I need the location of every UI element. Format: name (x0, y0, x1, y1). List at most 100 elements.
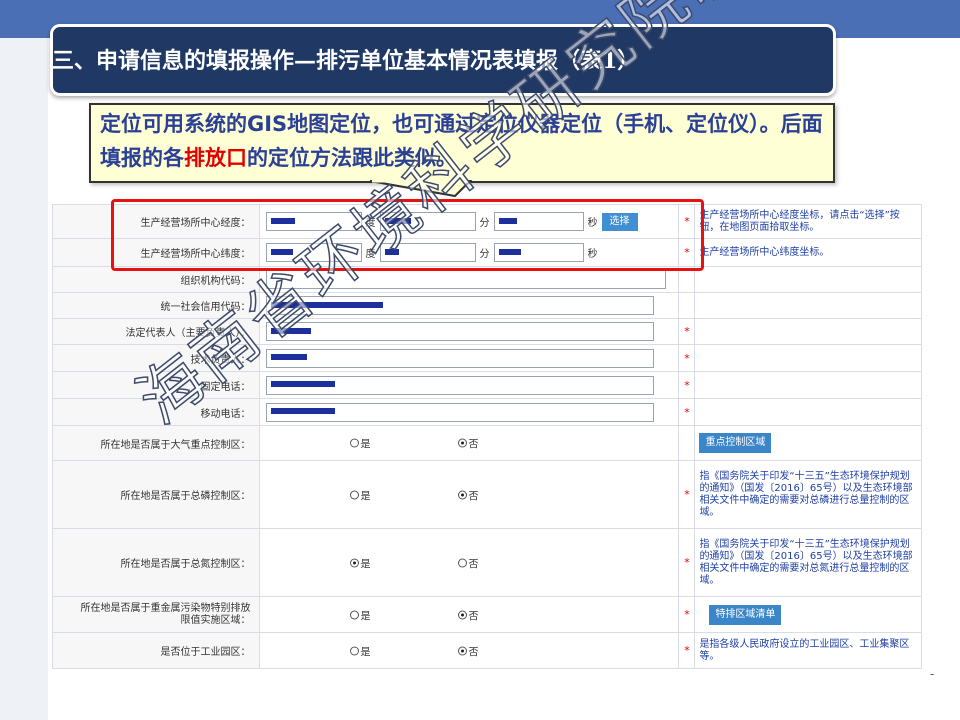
yes-label: 是 (360, 439, 371, 451)
heavy-no-option[interactable]: 否 (457, 607, 479, 622)
page-dash: - (930, 667, 935, 681)
latitude-second-input[interactable] (493, 243, 584, 262)
industrial-park-label: 是否位于工业园区： (52, 632, 260, 669)
latitude-inputs: 度分秒 (258, 238, 680, 267)
park-yes-option[interactable]: 是 (349, 643, 371, 658)
radio-air-no[interactable] (457, 438, 467, 448)
radio-phos-no[interactable] (457, 490, 467, 499)
required-mark: * (678, 238, 696, 267)
empty-note (694, 371, 922, 399)
no-label: 否 (468, 611, 479, 622)
yes-label: 是 (360, 491, 371, 502)
yes-label: 是 (360, 611, 371, 622)
radio-nitro-yes[interactable] (349, 558, 359, 567)
no-label: 否 (468, 491, 479, 502)
empty-note (694, 344, 922, 372)
required-mark: * (678, 204, 696, 239)
longitude-degree-input[interactable] (265, 212, 362, 231)
air-yes-option[interactable]: 是 (349, 436, 371, 451)
second-unit: 秒 (587, 249, 598, 260)
required-mark: * (678, 398, 696, 426)
mobile-input[interactable] (265, 402, 654, 422)
degree-unit: 度 (365, 218, 376, 229)
tech-lead-input[interactable] (265, 348, 654, 368)
legal-rep-cell (258, 318, 680, 345)
phos-no-option[interactable]: 否 (457, 487, 479, 502)
longitude-minute-input[interactable] (379, 212, 476, 231)
phone-input[interactable] (265, 375, 654, 395)
radio-park-no[interactable] (457, 646, 467, 655)
longitude-second-input[interactable] (493, 212, 584, 231)
required-mark: * (678, 596, 696, 633)
special-emission-list-button[interactable]: 特排区域清单 (709, 604, 782, 625)
nitrogen-control-label: 所在地是否属于总氮控制区： (52, 528, 260, 597)
air-control-radios: 是 否 (258, 425, 680, 461)
radio-park-yes[interactable] (349, 646, 359, 655)
air-note-cell: 重点控制区域 (694, 425, 922, 461)
latitude-note: 生产经营场所中心纬度坐标。 (694, 238, 922, 267)
credit-code-input[interactable] (265, 296, 654, 315)
air-no-option[interactable]: 否 (457, 436, 479, 451)
form-row-longitude: 生产经营场所中心经度： 度 分 秒选择 * 生产经营场所中心经度坐标，请点击“选择”… (52, 204, 922, 239)
required-mark: * (678, 632, 696, 669)
form-row-legal-rep: 法定代表人（主要负责人）： * (52, 318, 922, 345)
empty-mark (678, 292, 696, 319)
nitrogen-note: 指《国务院关于印发“十三五”生态环境保护规划的通知》（国发〔2016〕65号）以… (694, 528, 922, 597)
redaction-mark (384, 248, 399, 255)
industrial-park-radios: 是 否 (258, 632, 680, 669)
phosphorus-note: 指《国务院关于印发“十三五”生态环境保护规划的通知》（国发〔2016〕65号）以… (694, 460, 922, 529)
air-control-area-button[interactable]: 重点控制区域 (699, 433, 772, 453)
form-row-nitrogen-control: 所在地是否属于总氮控制区： 是 否 * 指《国务院关于印发“十三五”生态环境保护… (52, 528, 922, 597)
nitro-yes-option[interactable]: 是 (349, 555, 371, 570)
phone-cell (258, 371, 680, 399)
phos-yes-option[interactable]: 是 (349, 487, 371, 502)
empty-note (694, 292, 922, 319)
longitude-note: 生产经营场所中心经度坐标，请点击“选择”按钮，在地图页面拾取坐标。 (694, 204, 922, 239)
yes-label: 是 (360, 647, 371, 658)
mobile-label: 移动电话： (52, 398, 260, 426)
tech-lead-label: 技术负责人： (52, 344, 260, 372)
radio-air-yes[interactable] (349, 438, 359, 448)
latitude-degree-input[interactable] (265, 243, 362, 262)
park-no-option[interactable]: 否 (457, 643, 479, 658)
radio-phos-yes[interactable] (349, 490, 359, 499)
tech-lead-cell (258, 344, 680, 372)
heavy-note-cell: 特排区域清单 (694, 596, 922, 633)
empty-note (694, 398, 922, 426)
form-row-credit-code: 统一社会信用代码： (52, 292, 922, 319)
basic-info-form: 生产经营场所中心经度： 度分秒选择 * 生产经营场所中心经度坐标，请点击“选择”… (52, 204, 922, 669)
legal-rep-label: 法定代表人（主要负责人）： (52, 318, 260, 345)
empty-mark (678, 266, 696, 293)
required-mark: * (678, 318, 696, 345)
latitude-minute-input[interactable] (379, 243, 476, 262)
redaction-mark (270, 217, 295, 224)
no-label: 否 (468, 559, 479, 570)
redaction-mark (498, 248, 521, 255)
latitude-label: 生产经营场所中心纬度： (52, 238, 260, 267)
mobile-cell (258, 398, 680, 426)
form-row-phosphorus-control: 所在地是否属于总磷控制区： 是 否 * 指《国务院关于印发“十三五”生态环境保护… (52, 460, 922, 529)
radio-nitro-no[interactable] (457, 558, 467, 567)
form-row-air-control: 所在地是否属于大气重点控制区： 是 否 重点控制区域 (52, 425, 922, 461)
heavy-yes-option[interactable]: 是 (349, 607, 371, 622)
phosphorus-control-label: 所在地是否属于总磷控制区： (52, 460, 260, 529)
redaction-mark (270, 408, 335, 414)
required-mark: * (678, 371, 696, 399)
pick-location-button[interactable]: 选择 (601, 212, 638, 231)
phone-label: 固定电话： (52, 371, 260, 399)
redaction-mark (270, 301, 383, 308)
air-control-label: 所在地是否属于大气重点控制区： (52, 425, 260, 461)
form-row-tech-lead: 技术负责人： * (52, 344, 922, 372)
redaction-mark (270, 354, 307, 360)
legal-rep-input[interactable] (265, 322, 654, 341)
nitro-no-option[interactable]: 否 (457, 555, 479, 570)
radio-heavy-no[interactable] (457, 610, 467, 619)
longitude-inputs: 度 分 秒选择 (258, 204, 680, 239)
empty-note (694, 266, 922, 293)
redaction-mark (270, 327, 311, 334)
minute-unit: 分 (479, 218, 490, 229)
callout-highlight: 排放口 (184, 146, 247, 170)
yes-label: 是 (360, 559, 371, 570)
org-code-input[interactable] (265, 270, 666, 289)
radio-heavy-yes[interactable] (349, 610, 359, 619)
